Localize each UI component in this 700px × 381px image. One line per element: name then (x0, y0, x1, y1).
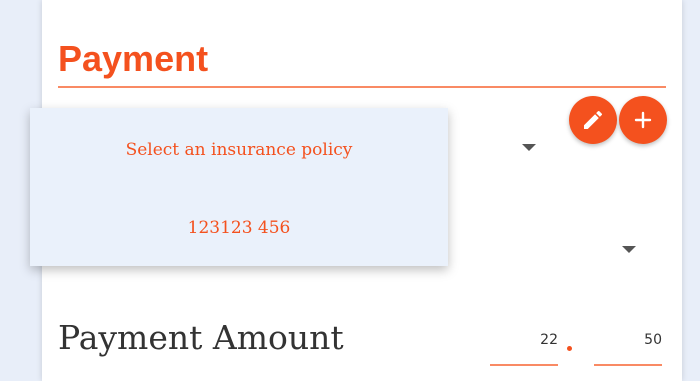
dropdown-option-select-policy[interactable]: Select an insurance policy (30, 130, 448, 170)
payment-amount-label: Payment Amount (58, 318, 344, 357)
payment-amount-cents-input[interactable]: 50 (594, 328, 662, 366)
page-title: Payment (58, 38, 209, 79)
chevron-down-icon (622, 246, 636, 253)
dropdown-option-policy[interactable]: 123123 456 (30, 208, 448, 248)
chevron-down-icon (522, 144, 536, 151)
decimal-separator (567, 346, 572, 351)
insurance-policy-dropdown: Select an insurance policy 123123 456 (30, 108, 448, 266)
title-divider (58, 86, 666, 88)
payment-amount-whole-input[interactable]: 22 (490, 328, 558, 366)
